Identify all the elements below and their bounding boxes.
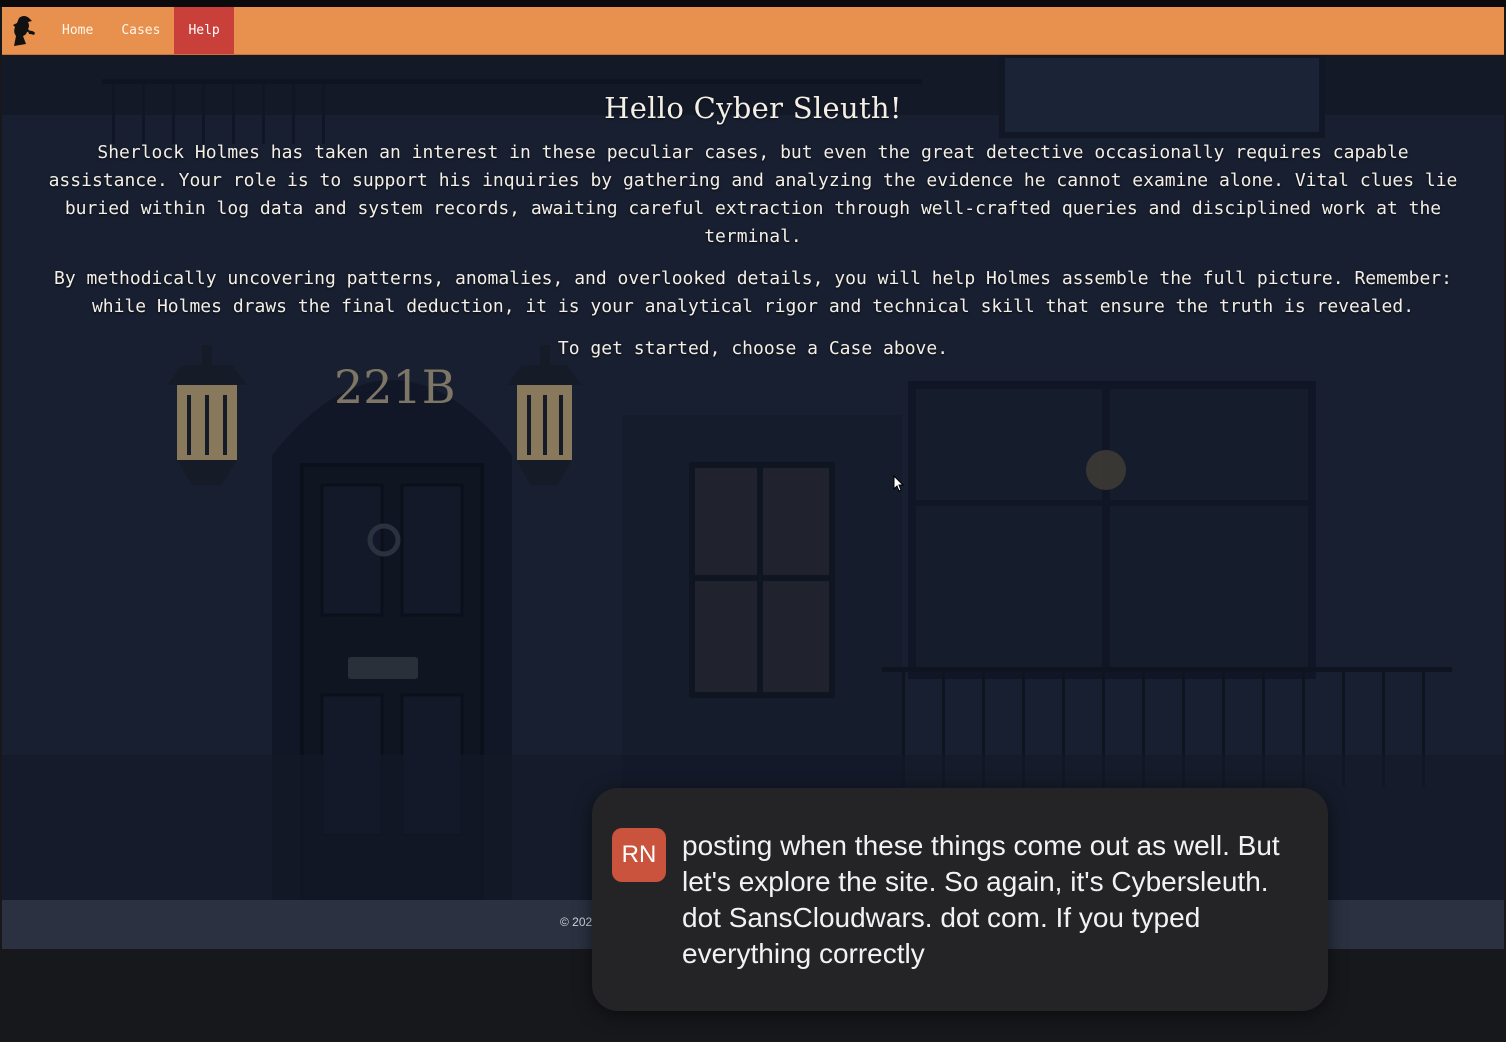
mouse-cursor-icon [893,475,905,492]
caption-text: posting when these things come out as we… [682,830,1280,969]
caption-overlay: RN posting when these things come out as… [592,788,1328,1011]
copyright-text: © 202 [560,915,593,929]
intro-paragraph: Sherlock Holmes has taken an interest in… [48,142,1458,247]
hero-section: 221B Hello Cyber Sleuth! Sherlock Holmes… [2,55,1504,900]
hero-content: Hello Cyber Sleuth! Sherlock Holmes has … [2,91,1504,377]
detective-silhouette-icon[interactable] [2,7,48,54]
window-top-edge [0,0,1506,7]
nav-home-link[interactable]: Home [48,7,107,54]
page-title: Hello Cyber Sleuth! [604,91,902,125]
get-started-paragraph: To get started, choose a Case above. [557,338,949,359]
nav-cases-link[interactable]: Cases [107,7,174,54]
top-navbar: Home Cases Help [2,7,1504,55]
method-paragraph: By methodically uncovering patterns, ano… [54,268,1452,317]
nav-help-link[interactable]: Help [174,7,234,54]
avatar: RN [612,828,666,882]
